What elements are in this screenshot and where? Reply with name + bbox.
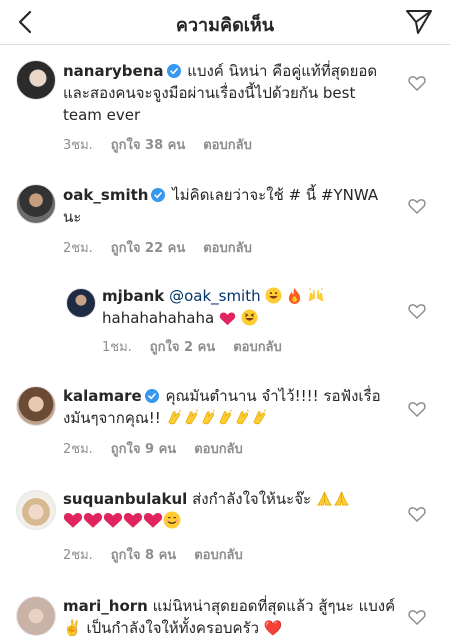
- send-icon[interactable]: [404, 8, 434, 36]
- comment-time: 2ชม.: [63, 241, 93, 256]
- red-heart-emoji-icon: [219, 312, 236, 326]
- avatar[interactable]: [66, 288, 96, 318]
- raised-hands-emoji-icon: [308, 288, 324, 302]
- page-title: ความคิดเห็น: [175, 15, 275, 36]
- comment-username[interactable]: kalamare: [63, 387, 142, 405]
- comment-username[interactable]: mjbank: [102, 287, 164, 305]
- grinning-emoji-icon: [265, 287, 282, 304]
- comment-time: 2ชม.: [63, 548, 93, 563]
- avatar[interactable]: [16, 60, 56, 100]
- clapping-hands-emoji-icon: [252, 409, 266, 425]
- heart-icon[interactable]: [408, 401, 426, 417]
- comment-username[interactable]: oak_smith: [63, 186, 148, 204]
- red-heart-emoji-icon: [103, 512, 123, 528]
- verified-badge-icon: [144, 389, 159, 403]
- folded-hands-emoji-icon: [317, 491, 332, 506]
- reply-button[interactable]: ตอบกลับ: [194, 442, 243, 457]
- heart-icon[interactable]: [408, 303, 426, 319]
- mention-link[interactable]: @oak_smith: [169, 287, 261, 305]
- comment-likes[interactable]: ถูกใจ 9 คน: [111, 442, 176, 457]
- avatar[interactable]: [16, 184, 56, 224]
- comment-likes[interactable]: ถูกใจ 22 คน: [111, 241, 185, 256]
- comment-time: 1ชม.: [102, 340, 132, 355]
- avatar[interactable]: [16, 490, 56, 530]
- folded-hands-emoji-icon: [334, 491, 349, 506]
- heart-icon[interactable]: [408, 609, 426, 625]
- top-bar: ความคิดเห็น: [0, 0, 450, 45]
- comment-text: hahahahahaha: [102, 309, 215, 327]
- verified-badge-icon: [151, 188, 166, 202]
- comment-time: 3ชม.: [63, 138, 93, 153]
- avatar[interactable]: [16, 386, 56, 426]
- clapping-hands-emoji-icon: [184, 409, 198, 425]
- clapping-hands-emoji-icon: [201, 409, 215, 425]
- comment-likes[interactable]: ถูกใจ 38 คน: [111, 138, 185, 153]
- heart-icon[interactable]: [408, 198, 426, 214]
- clapping-hands-emoji-icon: [167, 409, 181, 425]
- clapping-emoji-row: [166, 409, 268, 427]
- clapping-hands-emoji-icon: [218, 409, 232, 425]
- red-heart-emoji-icon: [123, 512, 143, 528]
- clapping-hands-emoji-icon: [235, 409, 249, 425]
- reply-button[interactable]: ตอบกลับ: [194, 548, 243, 563]
- smiling-emoji-icon: [163, 511, 181, 529]
- comment-username[interactable]: mari_horn: [63, 597, 148, 615]
- red-heart-emoji-icon: [63, 512, 83, 528]
- comment-username[interactable]: suquanbulakul: [63, 490, 187, 508]
- comment-likes[interactable]: ถูกใจ 8 คน: [111, 548, 176, 563]
- avatar[interactable]: [16, 596, 56, 636]
- verified-badge-icon: [166, 64, 181, 78]
- red-heart-emoji-icon: [143, 512, 163, 528]
- comment-text: ส่งกำลังใจให้นะจ๊ะ: [192, 490, 312, 508]
- heart-emoji-row: [63, 511, 181, 530]
- reply-button[interactable]: ตอบกลับ: [233, 340, 282, 355]
- red-heart-emoji-icon: [83, 512, 103, 528]
- reply-button[interactable]: ตอบกลับ: [203, 138, 252, 153]
- comment-time: 2ชม.: [63, 442, 93, 457]
- fire-emoji-icon: [289, 288, 301, 304]
- heart-icon[interactable]: [408, 506, 426, 522]
- comment-likes[interactable]: ถูกใจ 2 คน: [150, 340, 215, 355]
- heart-icon[interactable]: [408, 75, 426, 91]
- grinning-squint-emoji-icon: [241, 309, 258, 326]
- comment-username[interactable]: nanarybena: [63, 62, 164, 80]
- reply-button[interactable]: ตอบกลับ: [203, 241, 252, 256]
